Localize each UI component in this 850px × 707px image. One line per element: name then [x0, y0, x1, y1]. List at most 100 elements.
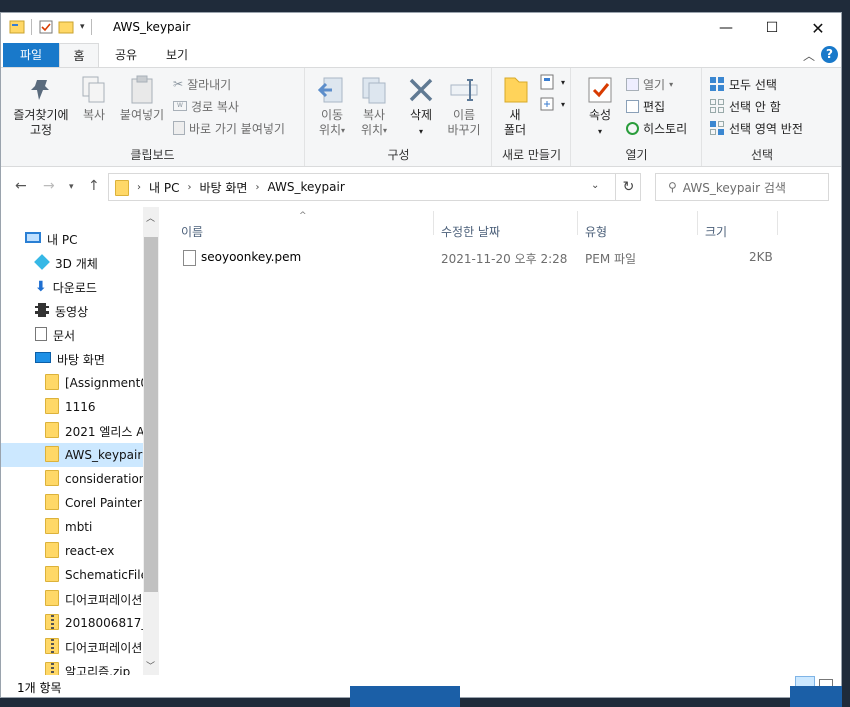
select-none-button[interactable]: 선택 안 함 [709, 96, 781, 116]
breadcrumb-chevron-icon[interactable]: › [187, 182, 191, 193]
column-divider[interactable] [433, 211, 434, 235]
nav-item[interactable]: react-ex [1, 539, 144, 563]
scroll-up-icon[interactable]: ︿ [146, 211, 155, 224]
qat-dropdown-icon[interactable]: ▾ [80, 22, 85, 32]
collapse-ribbon-icon[interactable]: ︿ [803, 47, 815, 64]
easy-access-icon [540, 97, 554, 111]
open-button[interactable]: 열기 ▾ [626, 74, 673, 94]
move-to-dropdown-icon: ▾ [341, 126, 346, 135]
nav-item[interactable]: consideration [1, 467, 144, 491]
nav-scrollbar[interactable]: ︿ ﹀ [143, 207, 159, 675]
nav-item[interactable]: 3D 개체 [1, 251, 144, 275]
properties-button[interactable]: 속성 ▾ [580, 72, 620, 139]
address-bar[interactable]: › 내 PC › 바탕 화면 › AWS_keypair ⌄ ↻ [108, 173, 641, 201]
nav-item-label: [Assignment04 [65, 376, 144, 390]
column-divider[interactable] [697, 211, 698, 235]
new-folder-icon [504, 77, 528, 103]
desktop-icon [35, 352, 51, 366]
column-divider[interactable] [777, 211, 778, 235]
move-to-icon [317, 77, 343, 103]
ribbon: 즐겨찾기에 고정 복사 붙여넣기 ✂ 잘라내기 W 경로 복사 바로 가기 붙여넣기… [1, 67, 841, 167]
navigation-pane: 내 PC 3D 개체 ⬇ 다운로드동영상문서바탕 화면 [Assignment04 111… [1, 207, 161, 679]
tab-view[interactable]: 보기 [157, 43, 197, 67]
nav-item[interactable]: [Assignment04 [1, 371, 144, 395]
column-header-size[interactable]: 크기 [705, 223, 727, 240]
easy-access-button[interactable]: ▾ [539, 94, 565, 114]
easy-access-dropdown-icon: ▾ [561, 99, 566, 109]
scissors-icon: ✂ [173, 77, 184, 91]
move-to-button[interactable]: 이동 위치▾ [312, 72, 352, 138]
rename-icon [450, 79, 478, 101]
column-divider[interactable] [577, 211, 578, 235]
file-date: 2021-11-20 오후 2:28 [441, 252, 568, 266]
nav-item[interactable]: 디어코퍼레이션 [1, 587, 144, 611]
rename-button[interactable]: 이름 바꾸기 [442, 72, 486, 138]
paste-shortcut-button[interactable]: 바로 가기 붙여넣기 [173, 118, 285, 138]
copy-button[interactable]: 복사 [77, 72, 111, 123]
edit-button[interactable]: 편집 [626, 96, 665, 116]
address-folder-icon [115, 180, 129, 196]
address-dropdown-icon[interactable]: ⌄ [591, 180, 599, 191]
file-row[interactable]: seoyoonkey.pem 2021-11-20 오후 2:28 PEM 파일… [181, 247, 791, 269]
nav-item[interactable]: 디어코퍼레이션 [1, 635, 144, 659]
recent-locations-icon[interactable]: ▾ [69, 182, 74, 192]
copy-to-button[interactable]: 복사 위치▾ [354, 72, 394, 138]
tab-share[interactable]: 공유 [107, 43, 145, 67]
refresh-button[interactable]: ↻ [615, 174, 641, 200]
help-icon[interactable]: ? [821, 46, 838, 63]
nav-item[interactable]: 1116 [1, 395, 144, 419]
open-group: 속성 ▾ 열기 ▾ 편집 히스토리 열기 [572, 68, 702, 166]
invert-selection-button[interactable]: 선택 영역 반전 [709, 118, 803, 138]
column-header-date[interactable]: 수정한 날짜 [441, 223, 500, 240]
delete-button[interactable]: 삭제 ▾ [402, 72, 440, 139]
nav-item[interactable]: 바탕 화면 [1, 347, 144, 371]
breadcrumb-chevron-icon[interactable]: › [137, 182, 141, 193]
breadcrumb-aws-keypair[interactable]: AWS_keypair [267, 180, 344, 194]
select-all-button[interactable]: 모두 선택 [709, 74, 777, 94]
nav-item[interactable]: AWS_keypair [1, 443, 144, 467]
nav-item[interactable]: 동영상 [1, 299, 144, 323]
nav-item[interactable]: 2021 엘리스 A [1, 419, 144, 443]
folder-icon [45, 421, 59, 441]
nav-item[interactable]: 내 PC [1, 227, 144, 251]
paste-button[interactable]: 붙여넣기 [115, 72, 169, 123]
nav-item[interactable]: Corel Painter E [1, 491, 144, 515]
forward-button[interactable]: → [43, 178, 55, 194]
minimize-button[interactable]: — [703, 13, 749, 43]
scrollbar-thumb[interactable] [144, 237, 158, 592]
zip-icon [45, 613, 59, 633]
column-header-name[interactable]: 이름 [181, 223, 203, 240]
scroll-down-icon[interactable]: ﹀ [146, 659, 155, 672]
tab-file[interactable]: 파일 [3, 43, 59, 67]
pin-quick-access-button[interactable]: 즐겨찾기에 고정 [7, 72, 75, 138]
up-button[interactable]: ↑ [88, 178, 100, 194]
nav-item[interactable]: 문서 [1, 323, 144, 347]
nav-item[interactable]: 2018006817_ [1, 611, 144, 635]
maximize-button[interactable]: ☐ [749, 13, 795, 43]
new-item-button[interactable]: ▾ [539, 72, 565, 92]
breadcrumb-this-pc[interactable]: 내 PC [149, 179, 179, 196]
nav-item[interactable]: SchematicFile [1, 563, 144, 587]
properties-icon[interactable] [38, 19, 54, 35]
breadcrumb-desktop[interactable]: 바탕 화면 [199, 179, 247, 196]
new-item-dropdown-icon: ▾ [561, 77, 566, 87]
new-folder-button[interactable]: 새 폴더 [499, 72, 531, 138]
new-folder-icon[interactable] [58, 19, 74, 35]
nav-item[interactable]: ⬇ 다운로드 [1, 275, 144, 299]
sort-arrow-icon: ^ [299, 211, 307, 221]
breadcrumb-chevron-icon[interactable]: › [255, 182, 259, 193]
cut-button[interactable]: ✂ 잘라내기 [173, 74, 231, 94]
tab-home[interactable]: 홈 [59, 43, 99, 67]
invert-selection-icon [710, 121, 724, 135]
column-header-type[interactable]: 유형 [585, 223, 607, 240]
nav-item[interactable]: mbti [1, 515, 144, 539]
back-button[interactable]: ← [15, 178, 27, 194]
new-group-label: 새로 만들기 [501, 148, 561, 162]
open-icon [626, 77, 639, 91]
close-button[interactable]: ✕ [795, 13, 841, 43]
nav-item-label: SchematicFile [65, 568, 144, 582]
history-icon [626, 121, 639, 135]
history-button[interactable]: 히스토리 [626, 118, 687, 138]
search-box[interactable]: ⚲ AWS_keypair 검색 [655, 173, 829, 201]
copy-path-button[interactable]: W 경로 복사 [173, 96, 239, 116]
